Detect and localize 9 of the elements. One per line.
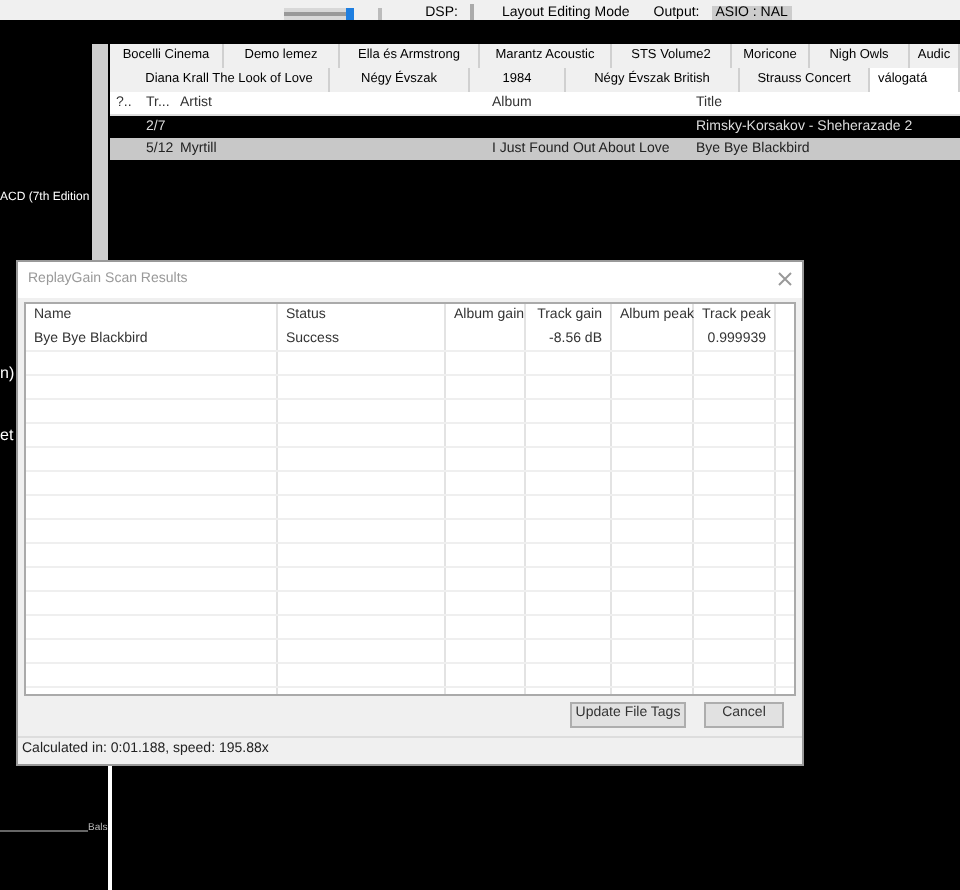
seek-field[interactable] xyxy=(377,8,382,20)
horizontal-line xyxy=(0,830,88,832)
panel-text: n) xyxy=(0,364,15,382)
close-icon[interactable] xyxy=(778,272,792,287)
panel-text: et xyxy=(0,426,14,444)
dsp-dropdown[interactable] xyxy=(469,4,474,20)
scrollbar[interactable] xyxy=(92,44,108,264)
vertical-line xyxy=(108,766,112,890)
volume-slider-thumb[interactable] xyxy=(345,8,354,20)
